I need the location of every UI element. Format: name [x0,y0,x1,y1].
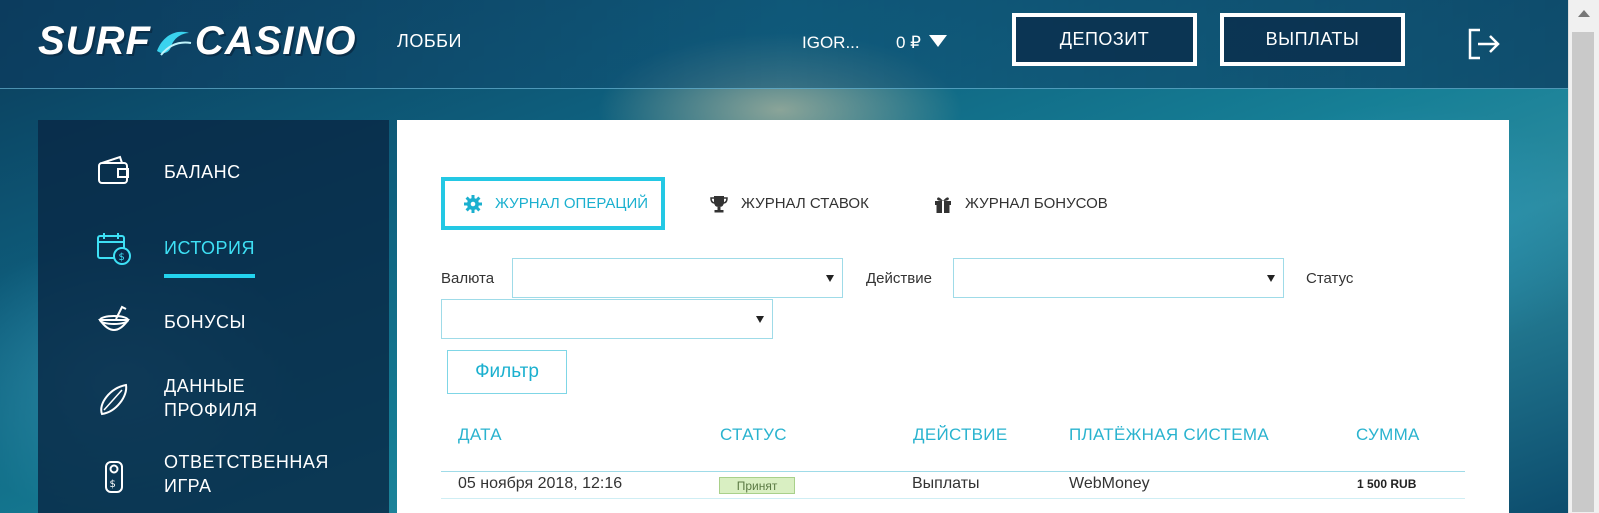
svg-text:$: $ [110,479,116,490]
column-header-action[interactable]: ДЕЙСТВИЕ [913,425,1007,445]
sidebar-label-balance: БАЛАНС [164,162,241,182]
sidebar-label-responsible-line1: ОТВЕТСТВЕННАЯ [164,452,329,472]
payout-button[interactable]: ВЫПЛАТЫ [1220,13,1405,66]
filter-button[interactable]: Фильтр [447,350,567,394]
cell-amount: 1 500 RUB [1357,477,1417,491]
sidebar-label-profile: ДАННЫЕ ПРОФИЛЯ [164,374,257,422]
column-header-status[interactable]: СТАТУС [720,425,787,445]
logout-icon[interactable] [1466,26,1502,62]
status-select[interactable] [441,299,773,339]
svg-text:$: $ [119,252,125,263]
sidebar-item-history[interactable]: $ ИСТОРИЯ [38,218,389,278]
tab-bonus-log[interactable]: ЖУРНАЛ БОНУСОВ [933,177,1108,230]
sidebar-item-balance[interactable]: БАЛАНС [38,142,389,202]
status-label: Статус [1306,270,1354,287]
sidebar-item-responsible-gaming[interactable]: $ ОТВЕТСТВЕННАЯ ИГРА [38,444,389,504]
status-badge: Принят [719,477,795,494]
tab-bets-label: ЖУРНАЛ СТАВОК [741,195,869,212]
balance-display[interactable]: 0 ₽ [896,33,921,53]
sidebar-item-bonuses[interactable]: БОНУСЫ [38,292,389,352]
trophy-icon [710,195,728,212]
deposit-button[interactable]: ДЕПОЗИТ [1012,13,1197,66]
sidebar-label-profile-line2: ПРОФИЛЯ [164,400,258,420]
calendar-money-icon: $ [97,233,131,265]
top-header: SURF CASINO ЛОББИ IGOR... 0 ₽ ДЕПОЗИТ ВЫ… [0,0,1568,89]
coconut-drink-icon [98,305,130,331]
sidebar-label-history: ИСТОРИЯ [164,238,255,258]
cell-date: 05 ноября 2018, 12:16 [458,475,623,492]
tab-bonus-label: ЖУРНАЛ БОНУСОВ [965,195,1108,212]
cell-payment-system: WebMoney [1069,475,1150,492]
chevron-down-icon [826,275,834,282]
chevron-down-icon [1267,275,1275,282]
active-indicator [164,274,255,278]
sidebar-item-profile[interactable]: ДАННЫЕ ПРОФИЛЯ [38,368,389,428]
column-header-date[interactable]: ДАТА [458,425,502,445]
chevron-down-icon[interactable] [929,35,947,47]
tab-operations-label: ЖУРНАЛ ОПЕРАЦИЙ [495,195,649,212]
action-select[interactable] [953,258,1284,298]
sidebar-label-profile-line1: ДАННЫЕ [164,376,246,396]
gear-icon [464,194,482,213]
table-row-divider [441,498,1465,499]
scroll-up-icon[interactable] [1578,10,1590,17]
history-panel: ЖУРНАЛ ОПЕРАЦИЙ ЖУРНАЛ СТАВОК ЖУРНАЛ БОН… [397,120,1509,513]
door-hanger-icon: $ [105,461,123,493]
sidebar-label-bonuses: БОНУСЫ [164,312,246,332]
wallet-icon [98,155,129,184]
tab-bets-log[interactable]: ЖУРНАЛ СТАВОК [709,177,869,230]
column-header-amount[interactable]: СУММА [1356,425,1420,445]
scrollbar-thumb[interactable] [1572,32,1594,512]
currency-select[interactable] [512,258,843,298]
surfboard-icon [100,383,128,416]
nav-lobby-link[interactable]: ЛОББИ [397,31,462,52]
sidebar-label-responsible: ОТВЕТСТВЕННАЯ ИГРА [164,450,329,498]
action-label: Действие [866,270,932,287]
table-header-divider [441,471,1465,472]
logo-text-right: CASINO [194,18,357,63]
gift-icon [935,196,951,213]
user-name[interactable]: IGOR... [802,33,860,53]
column-header-payment-system[interactable]: ПЛАТЁЖНАЯ СИСТЕМА [1069,425,1269,445]
site-logo[interactable]: SURF CASINO [38,18,356,64]
sidebar-label-responsible-line2: ИГРА [164,476,212,496]
chevron-down-icon [756,316,764,323]
page-scrollbar[interactable] [1568,0,1599,513]
tab-operations-log[interactable]: ЖУРНАЛ ОПЕРАЦИЙ [441,177,665,230]
cell-action: Выплаты [912,475,980,492]
logo-text-left: SURF [38,18,151,63]
currency-label: Валюта [441,270,495,287]
account-sidebar: БАЛАНС $ ИСТОРИЯ БОНУСЫ ДАННЫЕ ПРОФИЛЯ $… [38,120,389,513]
wave-logo-icon [156,31,192,56]
